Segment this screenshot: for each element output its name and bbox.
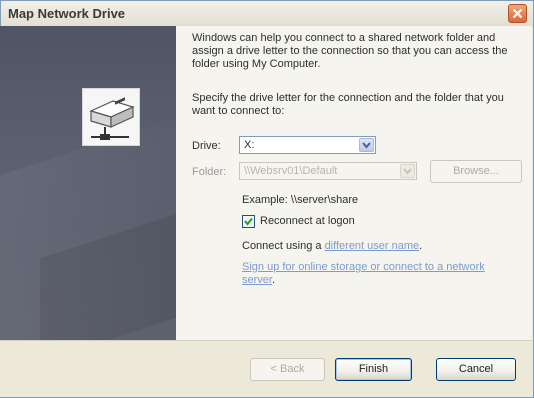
signup-link[interactable]: Sign up for online storage or connect to… [242, 261, 485, 286]
drive-label: Drive: [192, 140, 221, 152]
folder-label: Folder: [192, 166, 227, 178]
drive-dropdown-button[interactable] [359, 138, 374, 152]
network-drive-icon [82, 88, 140, 146]
drive-value: X: [244, 139, 255, 151]
connect-using-line: Connect using a different user name. [242, 240, 422, 252]
reconnect-label[interactable]: Reconnect at logon [260, 215, 355, 227]
wizard-side-panel [0, 26, 176, 340]
signup-suffix: . [271, 274, 276, 286]
connect-using-prefix: Connect using a [242, 240, 325, 252]
folder-dropdown-button[interactable] [400, 164, 415, 178]
browse-button[interactable]: Browse... [430, 160, 522, 183]
chevron-down-icon [403, 168, 412, 175]
cancel-button[interactable]: Cancel [436, 358, 516, 381]
folder-combobox[interactable]: \\Websrv01\Default [239, 162, 417, 180]
window-title: Map Network Drive [8, 6, 126, 21]
close-icon [512, 8, 523, 19]
example-text: Example: \\server\share [242, 194, 359, 206]
close-button[interactable] [508, 4, 527, 23]
intro-text: Windows can help you connect to a shared… [192, 32, 508, 70]
folder-value: \\Websrv01\Default [244, 165, 338, 177]
wizard-button-bar: < Back Finish Cancel [0, 340, 532, 397]
checkmark-icon [244, 217, 253, 226]
title-bar[interactable]: Map Network Drive [1, 1, 533, 27]
chevron-down-icon [362, 142, 371, 149]
finish-button[interactable]: Finish [335, 358, 412, 381]
reconnect-checkbox[interactable] [242, 215, 255, 228]
different-user-link[interactable]: different user name [325, 240, 420, 252]
back-button[interactable]: < Back [250, 358, 325, 381]
specify-text: Specify the drive letter for the connect… [192, 92, 504, 117]
connect-using-suffix: . [419, 240, 423, 252]
drive-select[interactable]: X: [239, 136, 376, 154]
signup-line: Sign up for online storage or connect to… [242, 261, 492, 287]
